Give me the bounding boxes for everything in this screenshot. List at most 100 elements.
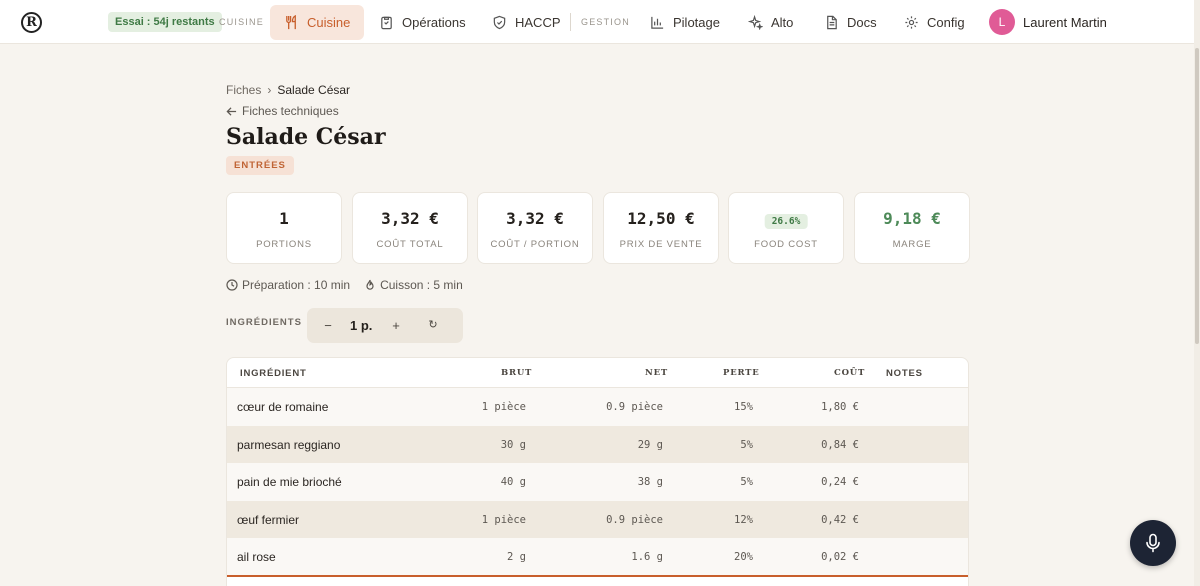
perte-value: 20% [734,551,753,563]
stat-label: COÛT / PORTION [490,239,580,250]
user-menu[interactable]: L Laurent Martin [989,9,1107,35]
ingredient-name: cœur de romaine [237,400,329,414]
brut-value: 40 g [500,476,526,488]
cooking-time: Cuisson : 5 min [364,278,463,292]
arrow-left-icon [226,106,237,116]
ingredient-name: pain de mie brioché [237,475,342,489]
nav-item-pilotage[interactable]: Pilotage [636,5,734,40]
nav-label: Cuisine [307,15,351,30]
table-row[interactable]: pain de mie brioché 40 g 38 g 5% 0,24 € [227,463,968,501]
column-header-ingredient: INGRÉDIENT [240,368,307,379]
category-badge: ENTRÉES [226,156,294,175]
document-icon [827,15,837,30]
net-value: 29 g [637,438,663,451]
brut-value: 1 pièce [481,513,526,526]
app-logo[interactable]: R [21,12,42,33]
cout-value: 1,80 € [821,401,859,413]
shield-icon [493,15,506,30]
page-title: Salade César [226,124,386,150]
trial-badge[interactable]: Essai : 54j restants [108,12,222,32]
nav-label: HACCP [515,15,561,30]
decrement-button[interactable]: − [318,308,338,343]
brut-value: 2 g [507,551,526,563]
table-total-divider [227,575,968,577]
stat-value: 1 [279,209,289,228]
stat-card-food-cost: 26.6% FOOD COST [728,192,844,264]
clipboard-icon [381,16,392,30]
table-header: INGRÉDIENT BRUT NET PERTE COÛT NOTES [227,358,968,388]
nav-label: Docs [847,15,877,30]
table-row[interactable]: cœur de romaine 1 pièce 0.9 pièce 15% 1,… [227,388,968,426]
avatar: L [989,9,1015,35]
nav-item-config[interactable]: Config [890,5,979,40]
perte-value: 15% [734,401,753,413]
portion-stepper: − 1 p. + ↻ [307,308,463,343]
ingredient-name: parmesan reggiano [237,437,341,452]
stat-card-portions: 1 PORTIONS [226,192,342,264]
ingredients-table: INGRÉDIENT BRUT NET PERTE COÛT NOTES cœu… [226,357,969,586]
breadcrumb-parent[interactable]: Fiches [226,83,261,97]
perte-value: 5% [740,476,753,488]
net-value: 38 g [637,476,663,488]
nav-divider [570,13,571,31]
nav-item-docs[interactable]: Docs [810,5,891,40]
perte-value: 5% [740,438,753,451]
stat-card-cost-per-portion: 3,32 € COÛT / PORTION [477,192,593,264]
nav-item-operations[interactable]: Opérations [365,5,480,40]
cout-value: 0,42 € [821,513,859,526]
bar-chart-icon [651,16,664,29]
clock-icon [226,279,238,291]
portion-quantity: 1 p. [350,318,373,333]
cout-value: 0,24 € [821,476,859,488]
nav-label: Config [927,15,965,30]
stat-label: FOOD COST [754,239,818,250]
stat-card-total-cost: 3,32 € COÛT TOTAL [352,192,468,264]
stat-value: 9,18 € [883,209,941,228]
gear-icon [905,16,918,29]
microphone-icon [1146,533,1160,553]
cout-value: 0,02 € [821,551,859,563]
scroll-thumb[interactable] [1195,48,1199,344]
stat-label: COÛT TOTAL [376,239,444,250]
brut-value: 1 pièce [481,401,526,413]
column-header-net: NET [645,368,668,378]
cooking-label: Cuisson : 5 min [380,278,463,292]
section-label-gestion: GESTION [581,17,630,27]
stat-label: MARGE [892,239,932,250]
utensils-icon [286,15,296,30]
stat-value: 3,32 € [506,209,564,228]
perte-value: 12% [734,513,753,526]
table-row[interactable]: ail rose 2 g 1.6 g 20% 0,02 € [227,538,968,576]
nav-item-alto[interactable]: Alto [734,5,807,40]
stat-card-margin: 9,18 € MARGE [854,192,970,264]
stat-value: 3,32 € [381,209,439,228]
stat-value: 12,50 € [627,209,695,228]
increment-button[interactable]: + [386,308,406,343]
section-label-cuisine: CUISINE [219,17,264,27]
column-header-notes: NOTES [886,368,923,379]
page-scrollbar[interactable] [1194,0,1200,586]
voice-input-button[interactable] [1130,520,1176,566]
breadcrumb-current: Salade César [277,83,351,97]
column-header-cout: COÛT [834,368,866,378]
table-row[interactable]: parmesan reggiano 30 g 29 g 5% 0,84 € [227,425,968,463]
nav-label: Pilotage [673,15,720,30]
flame-icon [366,279,374,290]
net-value: 1.6 g [631,551,663,563]
breadcrumb-separator: › [267,83,272,97]
column-header-brut: BRUT [501,368,533,378]
net-value: 0.9 pièce [606,401,663,413]
nav-label: Alto [771,15,794,30]
preparation-time: Préparation : 10 min [226,278,350,292]
breadcrumb: Fiches › Salade César [226,83,350,97]
reset-icon[interactable]: ↻ [423,308,443,343]
table-row[interactable]: œuf fermier 1 pièce 0.9 pièce 12% 0,42 € [227,500,968,538]
stat-card-sale-price: 12,50 € PRIX DE VENTE [603,192,719,264]
nav-item-cuisine[interactable]: Cuisine [270,5,365,40]
ingredient-name: ail rose [237,550,276,564]
column-header-perte: PERTE [723,368,760,378]
stat-label: PRIX DE VENTE [619,239,703,250]
back-link[interactable]: Fiches techniques [226,104,339,118]
nav-item-haccp[interactable]: HACCP [478,5,575,40]
food-cost-badge: 26.6% [764,214,808,229]
